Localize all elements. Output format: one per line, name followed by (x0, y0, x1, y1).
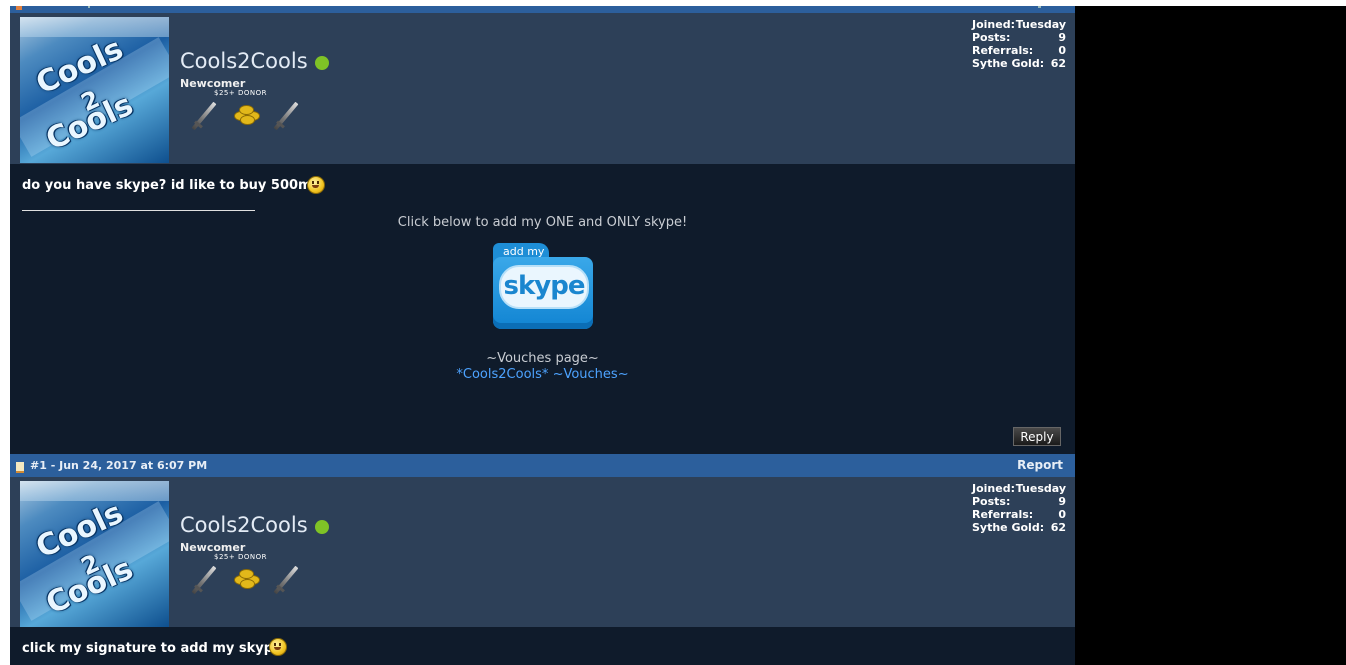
online-status-icon (315, 520, 329, 534)
stat-label: Posts: (972, 495, 1011, 508)
post-number-date[interactable]: #1 - Jun 24, 2017 at 6:07 PM (30, 459, 207, 472)
gold-coins-icon (232, 565, 260, 589)
avatar[interactable]: Cools 2 Cools (20, 481, 169, 627)
postbar-fragment (1038, 6, 1041, 8)
donor-badge-label: $25+ DONOR (214, 553, 267, 561)
stat-label: Joined: (972, 482, 1015, 495)
username[interactable]: Cools2Cools (180, 49, 308, 73)
reply-button[interactable]: Reply (1013, 427, 1061, 446)
stat-label: Sythe Gold: (972, 521, 1045, 534)
user-info-bar: Cools 2 Cools Cools2Cools Newcomer $25+ … (10, 477, 1075, 627)
signature-title: Click below to add my ONE and ONLY skype… (397, 215, 688, 230)
stat-value: 0 (1058, 44, 1066, 57)
skype-logo: skype (499, 265, 589, 309)
user-badges: $25+ DONOR (188, 553, 308, 597)
report-link[interactable]: Report (1017, 458, 1063, 472)
signature-divider (22, 210, 255, 211)
stat-label: Joined: (972, 18, 1015, 31)
post-message: do you have skype? id like to buy 500m+ … (10, 164, 1075, 454)
post-icon (16, 462, 24, 473)
stat-value: 62 (1050, 521, 1066, 534)
username[interactable]: Cools2Cools (180, 513, 308, 537)
post-icon (16, 6, 22, 10)
user-stats: Joined: Tuesday Posts: 9 Referrals: 0 Sythe… (972, 482, 1066, 534)
smiley-icon (307, 176, 325, 194)
avatar-highlight (20, 481, 169, 501)
user-stats: Joined: Tuesday Posts: 9 Referrals: 0 Sythe… (972, 18, 1066, 70)
stat-value: 62 (1050, 57, 1066, 70)
vouch-links: *Cools2Cools* ~Vouches~ (10, 367, 1075, 382)
stat-value: 0 (1058, 508, 1066, 521)
vouch-link-vouches[interactable]: ~Vouches~ (553, 367, 629, 382)
avatar-highlight (20, 17, 169, 37)
stat-value: 9 (1058, 495, 1066, 508)
stat-value: Tuesday (1015, 18, 1066, 31)
sword-icon (191, 101, 217, 131)
stat-label: Posts: (972, 31, 1011, 44)
skype-logo-text: skype (503, 271, 586, 301)
page-left-edge (0, 0, 10, 665)
sword-icon (273, 101, 299, 131)
postbar-fragment (88, 6, 90, 8)
previous-postbar (10, 6, 1075, 13)
forum-thread: Cools 2 Cools Cools2Cools Newcomer $25+ … (10, 6, 1075, 665)
user-badges: $25+ DONOR (188, 89, 308, 133)
sword-icon (191, 565, 217, 595)
stat-value: Tuesday (1015, 482, 1066, 495)
post-header-bar: #1 - Jun 24, 2017 at 6:07 PM Report (10, 454, 1075, 477)
stat-label: Sythe Gold: (972, 57, 1045, 70)
message-text: do you have skype? id like to buy 500m+ (22, 178, 323, 193)
vouch-link-cools2cools[interactable]: *Cools2Cools* (456, 367, 548, 382)
add-skype-button[interactable]: add my skype (493, 243, 593, 331)
online-status-icon (315, 56, 329, 70)
skype-tab-label: add my (503, 245, 545, 258)
stat-label: Referrals: (972, 508, 1034, 521)
message-text: click my signature to add my skype (22, 641, 282, 656)
stat-value: 9 (1058, 31, 1066, 44)
gold-coins-icon (232, 101, 260, 125)
smiley-icon (269, 638, 287, 656)
stat-label: Referrals: (972, 44, 1034, 57)
vouches-title: ~Vouches page~ (486, 351, 599, 366)
sword-icon (273, 565, 299, 595)
post-message: click my signature to add my skype (10, 627, 1075, 665)
user-info-bar: Cools 2 Cools Cools2Cools Newcomer $25+ … (10, 13, 1075, 164)
avatar[interactable]: Cools 2 Cools (20, 17, 169, 163)
donor-badge-label: $25+ DONOR (214, 89, 267, 97)
